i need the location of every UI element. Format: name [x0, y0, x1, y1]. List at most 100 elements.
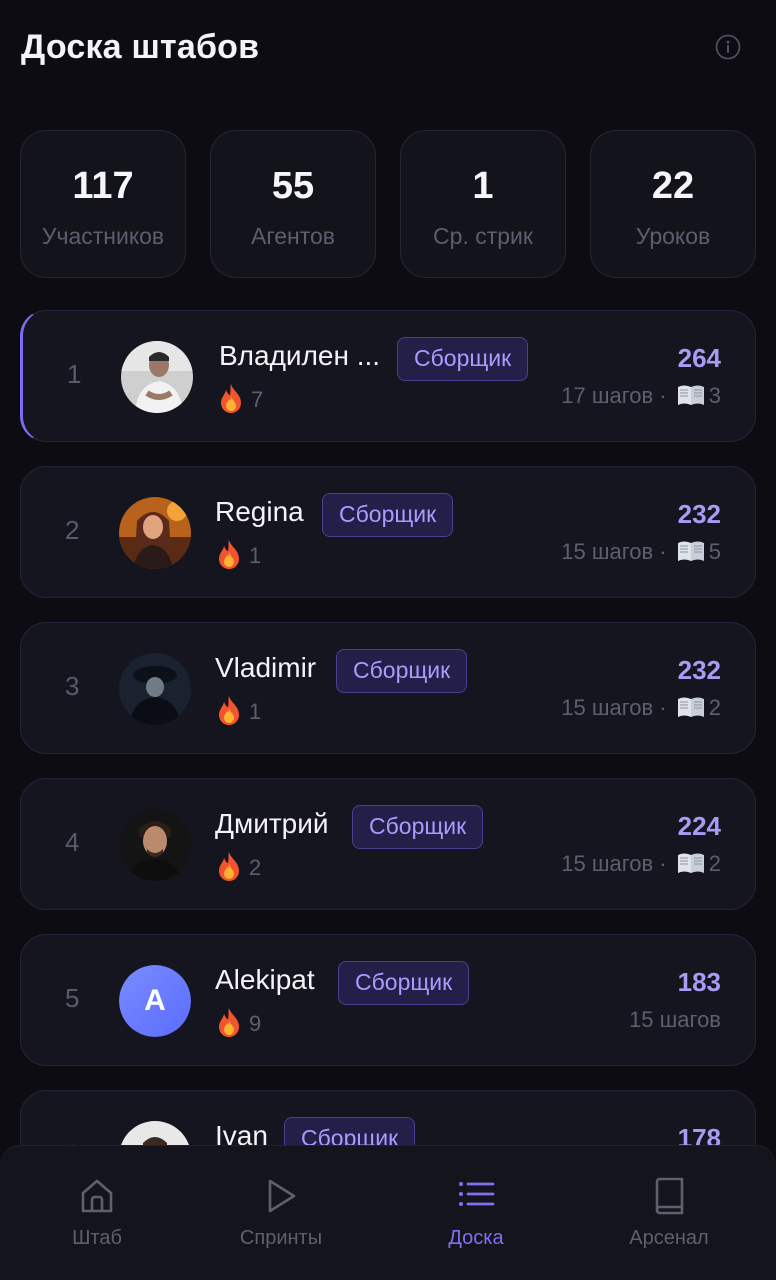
leaderboard-list[interactable]: 1 Владилен ... Сборщик 7 264 17 шагов · … — [20, 310, 756, 1145]
tab-board[interactable]: Доска — [379, 1146, 573, 1280]
rank-number: 5 — [65, 983, 80, 1013]
score: 264 — [677, 343, 721, 373]
leaderboard-row[interactable]: 1 Владилен ... Сборщик 7 264 17 шагов · … — [20, 310, 756, 442]
steps-count: 15 шагов — [629, 1007, 721, 1032]
tab-arsenal[interactable]: Арсенал — [572, 1146, 766, 1280]
play-icon — [261, 1176, 301, 1216]
list-icon — [456, 1176, 496, 1216]
lessons-count: 2 — [708, 695, 721, 720]
steps-count: 17 шагов — [561, 383, 654, 408]
book-icon — [677, 852, 705, 874]
flame-icon — [217, 539, 241, 569]
flame-icon — [217, 1007, 241, 1037]
leaderboard-row[interactable]: 6 Ivan Сборщик 178 — [20, 1090, 756, 1145]
progress-meta: 15 шагов · 2 — [561, 851, 721, 877]
leaderboard-row[interactable]: 4 Дмитрий Сборщик 2 224 15 шагов · 2 — [20, 778, 756, 910]
lessons-count: 3 — [708, 383, 721, 408]
role-badge: Сборщик — [397, 337, 529, 381]
user-name: Alekipat — [215, 964, 315, 995]
avatar[interactable] — [119, 809, 191, 881]
separator: · — [659, 695, 667, 720]
user-name: Regina — [215, 496, 304, 527]
stat-value: 22 — [651, 165, 695, 207]
bottom-tab-bar: Штаб Спринты Доска Арсенал — [0, 1145, 776, 1280]
progress-meta: 15 шагов · 5 — [561, 539, 721, 565]
lessons-count: 2 — [708, 851, 721, 876]
streak-count: 2 — [249, 855, 262, 880]
streak-count: 1 — [249, 699, 262, 724]
rank-number: 1 — [67, 359, 82, 389]
streak: 2 — [217, 851, 261, 881]
user-name: Владилен ... — [219, 340, 381, 371]
avatar[interactable] — [119, 1121, 191, 1145]
avatar-letter: A — [119, 965, 191, 1037]
progress-meta: 17 шагов · 3 — [561, 383, 721, 409]
role-badge: Сборщик — [322, 493, 454, 537]
info-icon[interactable] — [715, 34, 741, 60]
streak-count: 9 — [249, 1011, 262, 1036]
stat-value: 117 — [72, 165, 134, 207]
separator: · — [659, 383, 667, 408]
progress-meta: 15 шагов · 2 — [561, 695, 721, 721]
flame-icon — [219, 383, 243, 413]
book-icon — [677, 696, 705, 718]
tab-shtab[interactable]: Штаб — [0, 1146, 194, 1280]
stat-card-members: 117 Участников — [20, 130, 186, 278]
streak: 1 — [217, 539, 261, 569]
rank-number: 3 — [65, 671, 80, 701]
score: 183 — [677, 967, 721, 997]
role-badge: Сборщик — [284, 1117, 416, 1145]
stat-label: Участников — [41, 223, 165, 249]
role-badge: Сборщик — [338, 961, 470, 1005]
role-badge: Сборщик — [336, 649, 468, 693]
book-icon — [677, 540, 705, 562]
separator: · — [659, 851, 667, 876]
avatar[interactable] — [121, 341, 193, 413]
tab-label: Доска — [448, 1227, 504, 1249]
score: 232 — [677, 499, 721, 529]
steps-count: 15 шагов — [561, 851, 654, 876]
home-icon — [77, 1176, 117, 1216]
rank-number: 4 — [65, 827, 80, 857]
tab-label: Арсенал — [629, 1227, 709, 1249]
leaderboard-row[interactable]: 2 Regina Сборщик 1 232 15 шагов · 5 — [20, 466, 756, 598]
streak: 1 — [217, 695, 261, 725]
role-badge: Сборщик — [352, 805, 484, 849]
stat-label: Агентов — [250, 223, 335, 249]
book-icon — [677, 384, 705, 406]
streak: 9 — [217, 1007, 261, 1037]
steps-count: 15 шагов — [561, 695, 654, 720]
separator: · — [659, 539, 667, 564]
book-icon — [649, 1176, 689, 1216]
page-title: Доска штабов — [21, 28, 260, 66]
leaderboard-row[interactable]: 3 Vladimir Сборщик 1 232 15 шагов · 2 — [20, 622, 756, 754]
stat-label: Уроков — [635, 223, 711, 249]
avatar[interactable] — [119, 653, 191, 725]
stat-label: Ср. стрик — [433, 223, 533, 249]
score: 224 — [677, 811, 721, 841]
tab-label: Штаб — [72, 1227, 122, 1249]
leaderboard-row[interactable]: 5 A Alekipat Сборщик 9 183 15 шагов — [20, 934, 756, 1066]
stat-card-agents: 55 Агентов — [210, 130, 376, 278]
stat-value: 1 — [472, 165, 494, 207]
tab-sprints[interactable]: Спринты — [184, 1146, 378, 1280]
stat-card-lessons: 22 Уроков — [590, 130, 756, 278]
flame-icon — [217, 695, 241, 725]
stats-row: 117 Участников 55 Агентов 1 Ср. стрик 22… — [20, 130, 756, 278]
streak-count: 1 — [249, 543, 262, 568]
streak: 7 — [219, 383, 263, 413]
score: 232 — [677, 655, 721, 685]
tab-label: Спринты — [239, 1227, 323, 1249]
avatar[interactable] — [119, 497, 191, 569]
lessons-count: 5 — [708, 539, 721, 564]
user-name: Vladimir — [215, 652, 317, 683]
steps-count: 15 шагов — [561, 539, 654, 564]
progress-meta: 15 шагов — [629, 1007, 721, 1033]
user-name: Дмитрий — [215, 808, 329, 839]
flame-icon — [217, 851, 241, 881]
streak-count: 7 — [251, 387, 264, 412]
stat-card-avg-streak: 1 Ср. стрик — [400, 130, 566, 278]
avatar[interactable]: A — [119, 965, 191, 1037]
score: 178 — [677, 1123, 721, 1145]
rank-number: 2 — [65, 515, 80, 545]
